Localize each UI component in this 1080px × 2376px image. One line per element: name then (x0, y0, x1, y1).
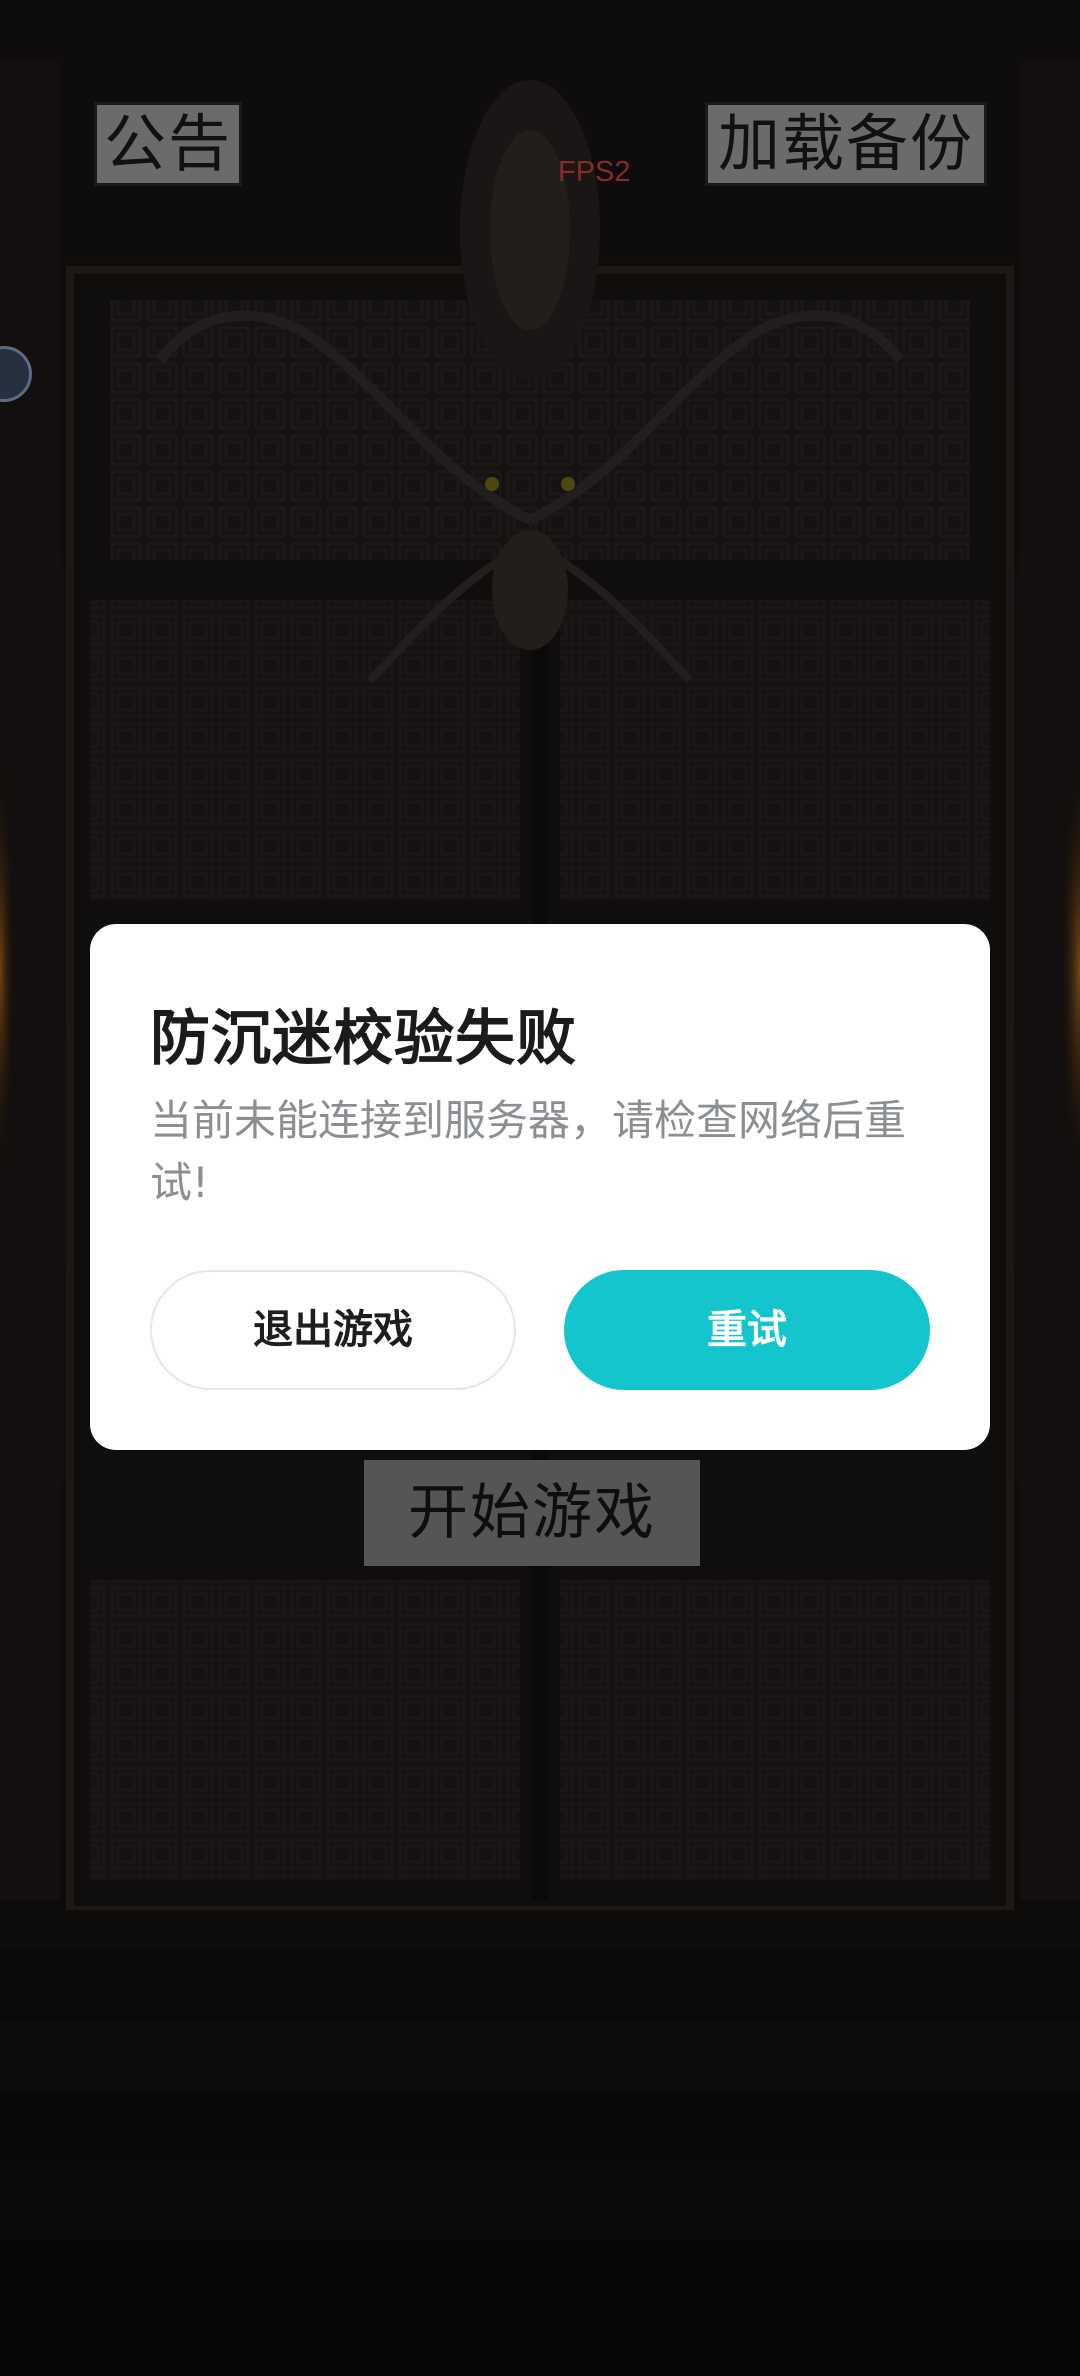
retry-button[interactable]: 重试 (564, 1270, 930, 1390)
dialog-message: 当前未能连接到服务器，请检查网络后重试! (150, 1096, 907, 1207)
dialog-title: 防沉迷校验失败 (150, 1004, 577, 1074)
load-backup-button[interactable]: 加载备份 (705, 102, 987, 186)
start-game-button[interactable]: 开始游戏 (364, 1460, 700, 1566)
fps-counter: FPS2 (558, 156, 631, 188)
anti-addiction-dialog: 防沉迷校验失败 当前未能连接到服务器，请检查网络后重试! 退出游戏 重试 (90, 924, 990, 1450)
notice-button[interactable]: 公告 (94, 102, 242, 186)
exit-game-button[interactable]: 退出游戏 (150, 1270, 516, 1390)
